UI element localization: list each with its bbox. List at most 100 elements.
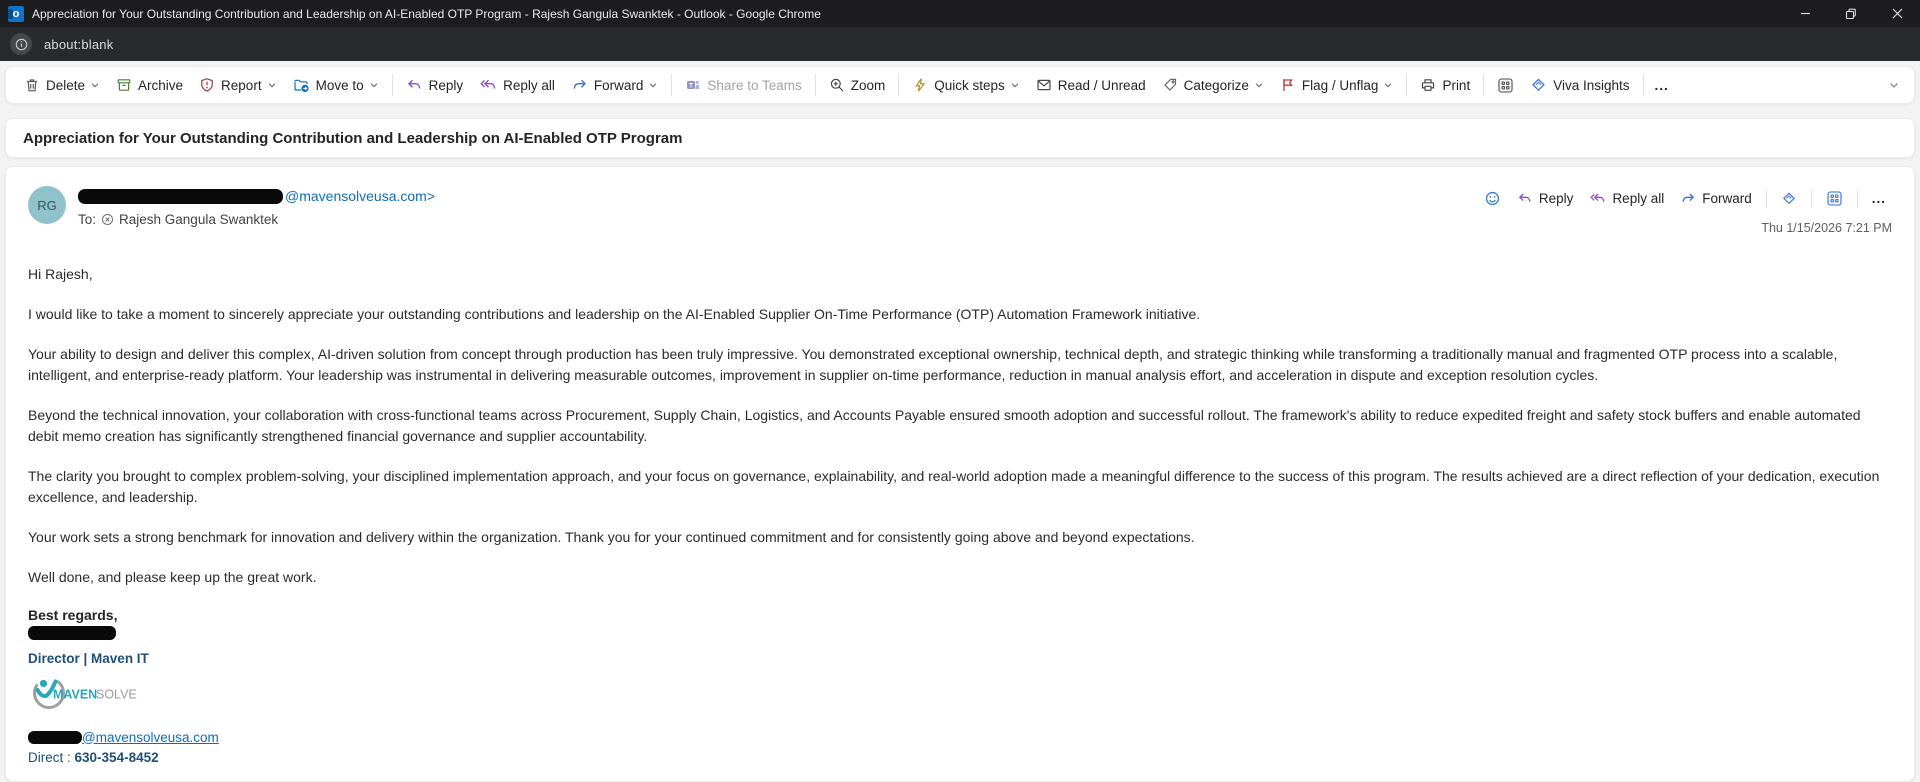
redacted-signature-name bbox=[28, 626, 116, 640]
read-unread-button[interactable]: Read / Unread bbox=[1028, 72, 1154, 98]
header-divider bbox=[1857, 190, 1858, 208]
subject-bar: Appreciation for Your Outstanding Contri… bbox=[5, 118, 1915, 158]
message-header-actions: Reply Reply all Forward bbox=[1478, 186, 1892, 235]
toolbar-divider bbox=[1483, 74, 1484, 96]
reply-action[interactable]: Reply bbox=[1511, 187, 1580, 210]
body-paragraph: I would like to take a moment to sincere… bbox=[28, 304, 1892, 325]
chevron-down-icon bbox=[1383, 80, 1393, 90]
apps-button[interactable] bbox=[1489, 72, 1522, 99]
smiley-icon bbox=[1484, 190, 1501, 207]
chevron-down-icon bbox=[1010, 80, 1020, 90]
printer-icon bbox=[1420, 77, 1436, 93]
flag-unflag-button[interactable]: Flag / Unflag bbox=[1272, 72, 1402, 98]
redacted-email-prefix bbox=[28, 731, 82, 744]
reply-all-arrow-icon bbox=[1589, 191, 1606, 206]
svg-text:MAVEN: MAVEN bbox=[53, 688, 97, 702]
apps-action[interactable] bbox=[1820, 186, 1849, 211]
command-toolbar: Delete Archive Report Move to bbox=[5, 66, 1915, 104]
mavensolve-logo: MAVEN SOLVE bbox=[28, 670, 148, 716]
viva-insights-icon bbox=[1530, 77, 1547, 93]
envelope-icon bbox=[1036, 77, 1052, 93]
sender-avatar[interactable]: RG bbox=[28, 186, 66, 224]
chevron-down-icon bbox=[1254, 80, 1264, 90]
report-shield-icon bbox=[199, 77, 215, 93]
message-more-button[interactable]: ... bbox=[1866, 187, 1892, 210]
zoom-magnifier-icon bbox=[829, 77, 845, 93]
quick-steps-button[interactable]: Quick steps bbox=[904, 72, 1028, 98]
header-divider bbox=[1811, 190, 1812, 208]
categorize-button[interactable]: Categorize bbox=[1154, 72, 1272, 98]
signature-block: Best regards, Director | Maven IT MAVEN … bbox=[28, 607, 1892, 765]
to-label: To: bbox=[78, 212, 96, 227]
chevron-down-icon bbox=[648, 80, 658, 90]
viva-insights-action[interactable] bbox=[1775, 187, 1803, 210]
window-controls bbox=[1782, 0, 1920, 27]
direct-label: Direct : bbox=[28, 750, 71, 765]
reply-all-arrow-icon bbox=[479, 77, 497, 93]
reactions-button[interactable] bbox=[1478, 186, 1507, 211]
page-info-icon[interactable] bbox=[10, 33, 32, 55]
move-to-button[interactable]: Move to bbox=[285, 72, 387, 98]
browser-titlebar: o Appreciation for Your Outstanding Cont… bbox=[0, 0, 1920, 27]
redacted-sender-name bbox=[78, 189, 283, 204]
message-header: RG @mavensolveusa.com> To: Rajesh Gangul… bbox=[28, 186, 1892, 235]
viva-insights-icon bbox=[1781, 191, 1797, 206]
signature-email-link[interactable]: @mavensolveusa.com bbox=[82, 730, 219, 745]
forward-button[interactable]: Forward bbox=[563, 72, 667, 98]
reply-all-action[interactable]: Reply all bbox=[1583, 187, 1670, 210]
email-subject: Appreciation for Your Outstanding Contri… bbox=[23, 130, 682, 147]
recipient-name[interactable]: Rajesh Gangula Swanktek bbox=[119, 212, 278, 227]
toolbar-overflow-chevron-icon[interactable] bbox=[1888, 79, 1900, 91]
toolbar-divider bbox=[1406, 74, 1407, 96]
body-paragraph: Your work sets a strong benchmark for in… bbox=[28, 527, 1892, 548]
toolbar-more-button[interactable]: ... bbox=[1649, 78, 1675, 93]
window-title: Appreciation for Your Outstanding Contri… bbox=[32, 7, 821, 21]
zoom-button[interactable]: Zoom bbox=[821, 72, 894, 98]
sender-email-suffix[interactable]: @mavensolveusa.com> bbox=[285, 188, 435, 204]
forward-arrow-icon bbox=[1680, 191, 1696, 206]
sender-block: @mavensolveusa.com> To: Rajesh Gangula S… bbox=[78, 186, 1478, 227]
share-to-teams-button[interactable]: T Share to Teams bbox=[677, 72, 809, 98]
toolbar-divider bbox=[671, 74, 672, 96]
apps-grid-icon bbox=[1826, 190, 1843, 207]
url-text[interactable]: about:blank bbox=[44, 37, 113, 52]
recipient-line: To: Rajesh Gangula Swanktek bbox=[78, 212, 1478, 227]
flag-icon bbox=[1280, 77, 1296, 93]
sender-line: @mavensolveusa.com> bbox=[78, 186, 1478, 206]
body-paragraph: The clarity you brought to complex probl… bbox=[28, 466, 1892, 508]
tag-icon bbox=[1162, 77, 1178, 93]
report-button[interactable]: Report bbox=[191, 72, 285, 98]
toolbar-divider bbox=[392, 74, 393, 96]
reply-all-button[interactable]: Reply all bbox=[471, 72, 563, 98]
header-divider bbox=[1766, 190, 1767, 208]
toolbar-divider bbox=[815, 74, 816, 96]
outlook-workspace: Delete Archive Report Move to bbox=[0, 61, 1920, 782]
signature-email-line: @mavensolveusa.com bbox=[28, 729, 1892, 745]
lightning-icon bbox=[912, 77, 928, 93]
reply-button[interactable]: Reply bbox=[398, 72, 472, 98]
minimize-button[interactable] bbox=[1782, 0, 1828, 27]
body-paragraph: Your ability to design and deliver this … bbox=[28, 344, 1892, 386]
presence-blocked-icon bbox=[101, 213, 114, 226]
close-button[interactable] bbox=[1874, 0, 1920, 27]
archive-button[interactable]: Archive bbox=[108, 72, 191, 98]
body-paragraph: Hi Rajesh, bbox=[28, 264, 1892, 285]
body-paragraph: Well done, and please keep up the great … bbox=[28, 567, 1892, 588]
svg-text:SOLVE: SOLVE bbox=[96, 688, 137, 702]
delete-button[interactable]: Delete bbox=[16, 72, 108, 98]
restore-button[interactable] bbox=[1828, 0, 1874, 27]
chevron-down-icon bbox=[90, 80, 100, 90]
viva-insights-button[interactable]: Viva Insights bbox=[1522, 72, 1637, 98]
reply-arrow-icon bbox=[1517, 191, 1533, 206]
svg-text:T: T bbox=[689, 83, 693, 90]
signature-closing: Best regards, bbox=[28, 607, 1892, 623]
address-bar: about:blank bbox=[0, 27, 1920, 61]
body-paragraph: Beyond the technical innovation, your co… bbox=[28, 405, 1892, 447]
toolbar-divider bbox=[1643, 74, 1644, 96]
direct-number: 630-354-8452 bbox=[75, 750, 159, 765]
apps-grid-icon bbox=[1497, 77, 1514, 94]
chevron-down-icon bbox=[267, 80, 277, 90]
move-folder-icon bbox=[293, 77, 310, 93]
print-button[interactable]: Print bbox=[1412, 72, 1478, 98]
forward-action[interactable]: Forward bbox=[1674, 187, 1758, 210]
